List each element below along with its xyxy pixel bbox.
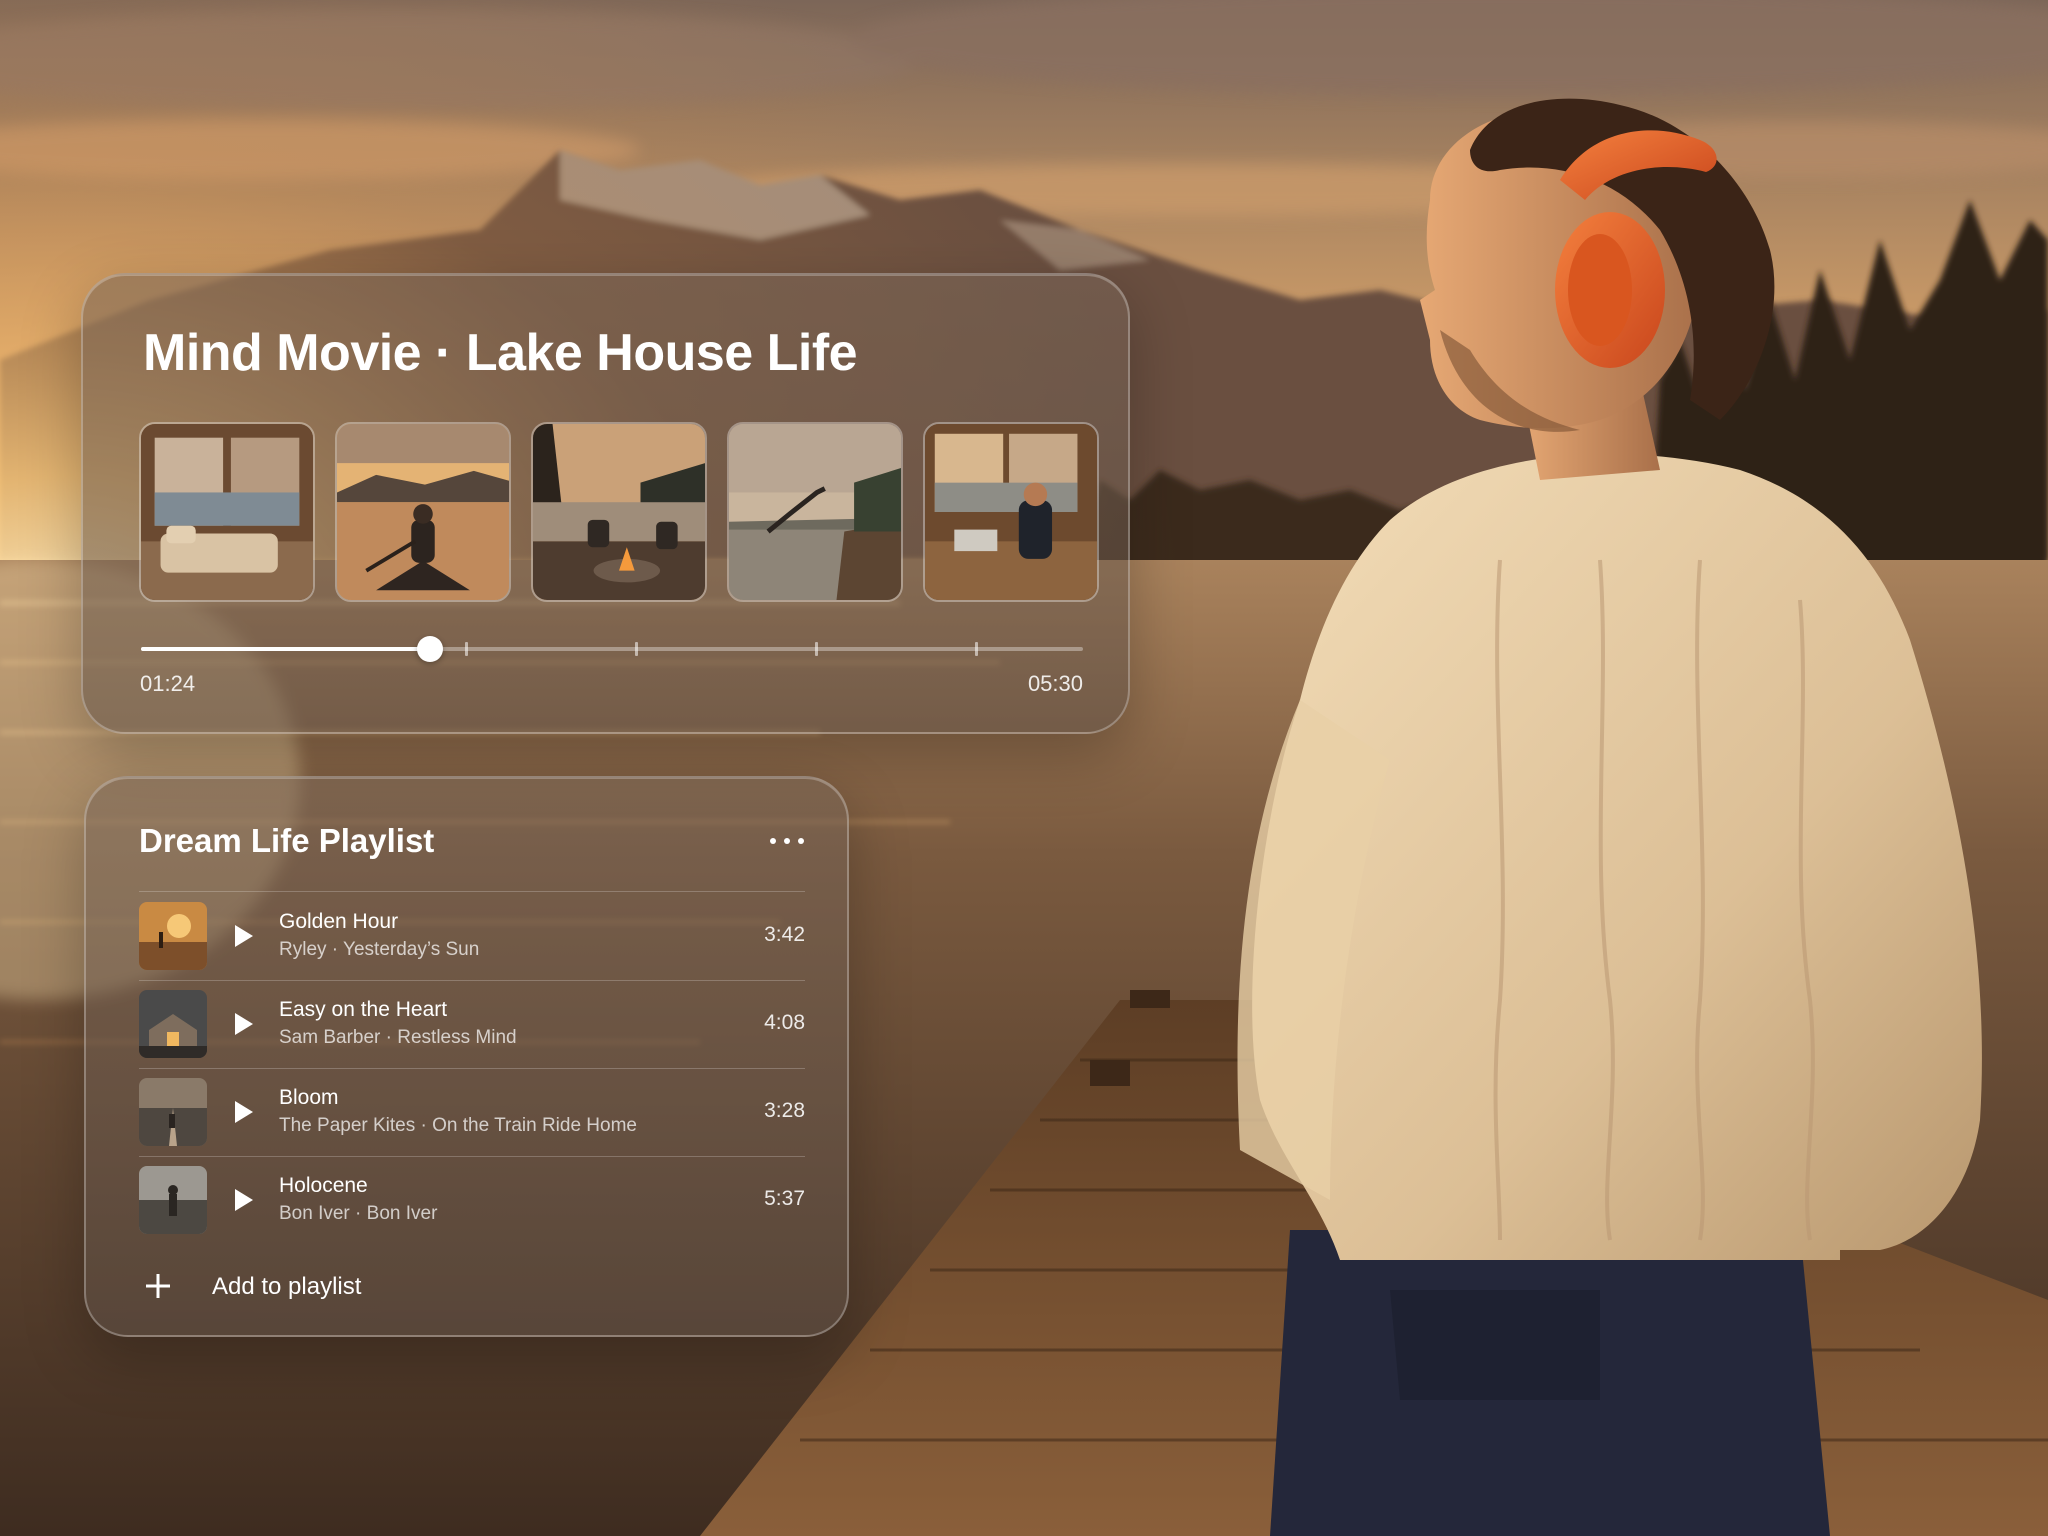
track-title: Easy on the Heart <box>279 998 448 1021</box>
track-title: Holocene <box>279 1174 368 1197</box>
playlist-card: Dream Life Playlist Golden Hour Ryley · … <box>84 776 849 1337</box>
album-art <box>139 1166 207 1234</box>
track-artist-album: Bon Iver · Bon Iver <box>279 1203 438 1224</box>
album-art <box>139 990 207 1058</box>
scene-thumbnail-canoe[interactable] <box>335 422 511 602</box>
elapsed-time: 01:24 <box>140 671 196 696</box>
track-row[interactable]: Bloom The Paper Kites · On the Train Rid… <box>139 1068 805 1156</box>
add-to-playlist-button[interactable]: Add to playlist <box>144 1266 444 1306</box>
track-row[interactable]: Golden Hour Ryley · Yesterday’s Sun 3:42 <box>139 892 805 980</box>
track-duration: 5:37 <box>764 1187 805 1210</box>
scene-thumbnail-bedroom[interactable] <box>139 422 315 602</box>
album-art <box>139 902 207 970</box>
chapter-marker <box>975 642 978 656</box>
progress-bar[interactable] <box>141 636 1083 662</box>
mind-movie-card: Mind Movie · Lake House Life 01:24 05:30 <box>81 273 1130 734</box>
more-dot-icon <box>784 838 790 844</box>
track-artist-album: The Paper Kites · On the Train Ride Home <box>279 1115 637 1136</box>
play-icon[interactable] <box>227 921 257 951</box>
track-row[interactable]: Easy on the Heart Sam Barber · Restless … <box>139 980 805 1068</box>
track-duration: 3:42 <box>764 923 805 946</box>
album-art <box>139 1078 207 1146</box>
plus-icon <box>146 1274 170 1298</box>
track-title: Bloom <box>279 1086 339 1109</box>
more-dot-icon <box>770 838 776 844</box>
app-stage: Mind Movie · Lake House Life 01:24 05:30… <box>0 0 2048 1536</box>
scene-thumbnail-dive[interactable] <box>727 422 903 602</box>
more-options-button[interactable] <box>765 830 809 854</box>
play-icon[interactable] <box>227 1097 257 1127</box>
progress-handle[interactable] <box>417 636 444 662</box>
track-artist-album: Sam Barber · Restless Mind <box>279 1027 517 1048</box>
chapter-marker <box>635 642 638 656</box>
add-to-playlist-label: Add to playlist <box>212 1273 362 1300</box>
track-title: Golden Hour <box>279 910 399 933</box>
track-row[interactable]: Holocene Bon Iver · Bon Iver 5:37 <box>139 1156 805 1244</box>
total-time: 05:30 <box>1027 671 1083 696</box>
progress-fill <box>141 647 431 651</box>
scene-thumbnail-campfire[interactable] <box>531 422 707 602</box>
chapter-marker <box>465 642 468 656</box>
playlist-title: Dream Life Playlist <box>139 822 435 859</box>
play-icon[interactable] <box>227 1185 257 1215</box>
track-artist-album: Ryley · Yesterday’s Sun <box>279 939 480 960</box>
more-dot-icon <box>798 838 804 844</box>
scene-thumbnail-workspace[interactable] <box>923 422 1099 602</box>
chapter-marker <box>815 642 818 656</box>
play-icon[interactable] <box>227 1009 257 1039</box>
track-duration: 4:08 <box>764 1011 805 1034</box>
mind-movie-title: Mind Movie · Lake House Life <box>143 324 858 382</box>
track-duration: 3:28 <box>764 1099 805 1122</box>
